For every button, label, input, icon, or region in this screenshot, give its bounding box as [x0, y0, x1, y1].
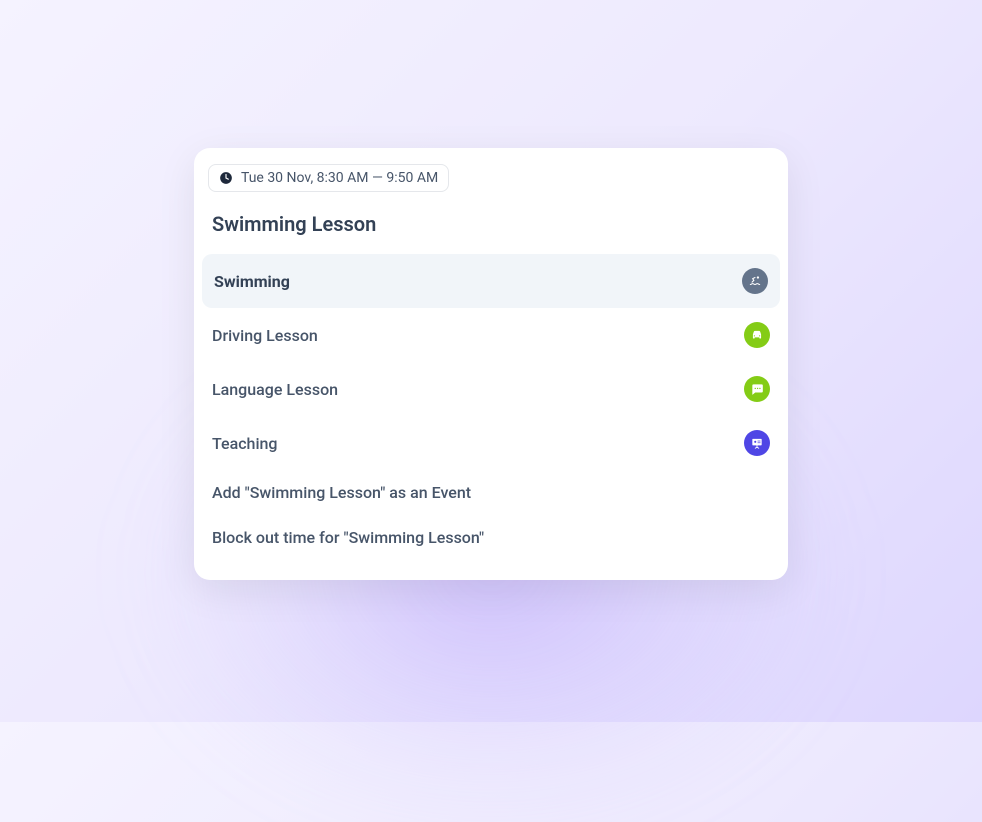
- datetime-badge: Tue 30 Nov, 8:30 AM — 9:50 AM: [208, 164, 449, 192]
- option-language[interactable]: Language Lesson: [194, 362, 788, 416]
- option-label: Language Lesson: [212, 380, 338, 399]
- options-list: Swimming Driving Lesson Lang: [194, 254, 788, 560]
- option-swimming[interactable]: Swimming: [202, 254, 780, 308]
- option-teaching[interactable]: Teaching: [194, 416, 788, 470]
- event-creation-card: Tue 30 Nov, 8:30 AM — 9:50 AM Swimming L…: [194, 148, 788, 580]
- block-time-action[interactable]: Block out time for "Swimming Lesson": [194, 515, 788, 560]
- event-title: Swimming Lesson: [212, 212, 788, 236]
- option-label: Swimming: [214, 272, 290, 291]
- datetime-text: Tue 30 Nov, 8:30 AM — 9:50 AM: [241, 170, 438, 186]
- option-label: Driving Lesson: [212, 326, 318, 345]
- add-event-action[interactable]: Add "Swimming Lesson" as an Event: [194, 470, 788, 515]
- chat-icon: [744, 376, 770, 402]
- option-label: Teaching: [212, 434, 278, 453]
- presentation-icon: [744, 430, 770, 456]
- option-driving[interactable]: Driving Lesson: [194, 308, 788, 362]
- swimming-icon: [742, 268, 768, 294]
- car-icon: [744, 322, 770, 348]
- clock-icon: [219, 171, 233, 185]
